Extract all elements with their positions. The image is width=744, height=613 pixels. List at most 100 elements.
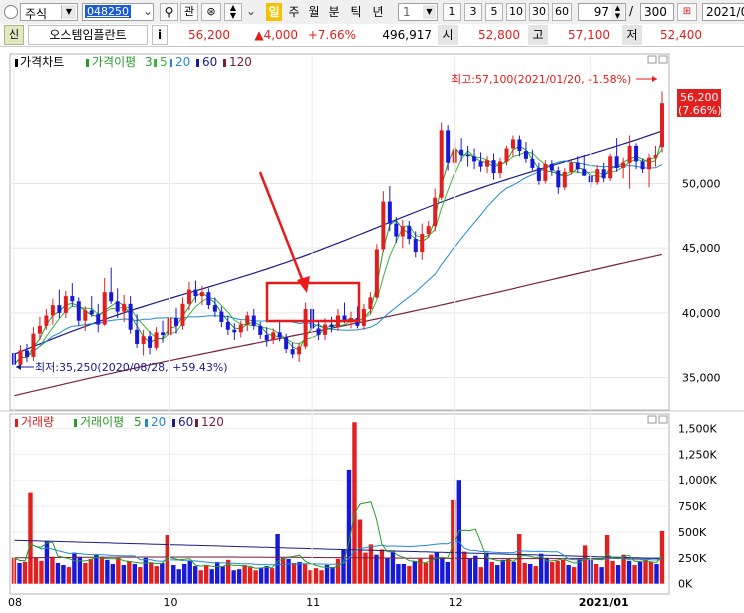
candle bbox=[186, 289, 191, 304]
info-button[interactable]: i bbox=[152, 25, 168, 45]
candle bbox=[57, 305, 62, 313]
candle bbox=[621, 162, 626, 168]
candle bbox=[530, 158, 535, 168]
radio-icon[interactable] bbox=[4, 5, 18, 19]
total-input[interactable]: 300 bbox=[640, 3, 674, 21]
count-stepper-icon[interactable]: ▲ ▼ bbox=[611, 4, 624, 20]
candle bbox=[258, 325, 263, 335]
vma-legend-marker bbox=[74, 419, 77, 427]
tab-year[interactable]: 년 bbox=[370, 3, 386, 21]
volume-bar bbox=[291, 562, 297, 584]
volume-bar bbox=[593, 564, 599, 584]
candle bbox=[109, 292, 114, 302]
volume-bar bbox=[533, 566, 538, 584]
current-price: 56,200 bbox=[188, 28, 230, 42]
search-icon[interactable]: ⚲ bbox=[160, 3, 178, 21]
volume-bar bbox=[116, 557, 121, 584]
period-button-30[interactable]: 30 bbox=[529, 3, 549, 21]
volume-bar bbox=[357, 519, 363, 584]
price-panel-close-icon[interactable] bbox=[658, 55, 668, 64]
volume-panel-close-icon[interactable] bbox=[658, 415, 668, 424]
volume-bar bbox=[110, 564, 116, 584]
quote-bar: 신 오스템임플란트 i 56,200 ▲4,000 +7.66% 496,917… bbox=[0, 24, 744, 47]
tab-week[interactable]: 주 bbox=[286, 3, 302, 21]
market-select[interactable]: 주식 ▼ bbox=[20, 3, 78, 21]
volume-bar bbox=[599, 567, 604, 584]
candle bbox=[575, 162, 580, 170]
candle bbox=[271, 332, 276, 341]
candle bbox=[478, 161, 483, 167]
volume-title: 거래량 bbox=[21, 415, 54, 429]
volume-bar bbox=[132, 564, 138, 584]
date-input[interactable]: 2021/01 bbox=[702, 3, 744, 21]
candle bbox=[180, 303, 185, 326]
volume-bar bbox=[242, 565, 247, 584]
candle bbox=[199, 292, 204, 297]
ma5-legend-marker bbox=[154, 59, 157, 67]
period-button-5[interactable]: 5 bbox=[485, 3, 503, 21]
period-button-1[interactable]: 1 bbox=[443, 3, 461, 21]
volume-bar bbox=[33, 557, 39, 584]
ma5-legend: 5 bbox=[160, 55, 168, 69]
ma20-legend: 20 bbox=[175, 55, 190, 69]
price-tick-label: 45,000 bbox=[682, 242, 721, 255]
code-dropdown-chevron-icon[interactable]: ⌄ bbox=[143, 4, 153, 18]
date-tick-label: 08 bbox=[8, 596, 22, 609]
candle bbox=[498, 161, 502, 174]
tab-month[interactable]: 월 bbox=[306, 3, 322, 21]
unit-select[interactable]: 1 ▼ bbox=[398, 3, 438, 21]
candle bbox=[135, 329, 140, 344]
candle bbox=[400, 226, 405, 237]
updown-chevron-icon[interactable]: ⌄ bbox=[246, 4, 256, 18]
candle bbox=[83, 310, 88, 321]
volume-bar bbox=[171, 565, 176, 584]
period-button-3[interactable]: 3 bbox=[464, 3, 482, 21]
ma-legend-marker bbox=[86, 59, 89, 67]
related-button[interactable]: 관 bbox=[180, 3, 198, 21]
grid-settings-icon[interactable]: ⊞ bbox=[677, 3, 697, 21]
candle bbox=[569, 162, 574, 172]
volume-bar bbox=[440, 557, 445, 584]
updown-icon[interactable]: ▲ ▼ bbox=[224, 3, 242, 21]
candle bbox=[89, 310, 94, 315]
volume-bar bbox=[555, 560, 560, 584]
volume-bar bbox=[506, 558, 511, 584]
candle bbox=[50, 305, 55, 316]
volume-bar bbox=[313, 568, 319, 584]
volume-bar bbox=[511, 561, 516, 584]
candle bbox=[517, 139, 522, 152]
high-label: 고 bbox=[528, 25, 548, 45]
tab-tick[interactable]: 틱 bbox=[348, 3, 364, 21]
volume-bar bbox=[176, 569, 181, 584]
volume-bar bbox=[434, 552, 440, 584]
high-price: 57,100 bbox=[568, 28, 610, 42]
volume-bar bbox=[495, 565, 500, 584]
count-input[interactable]: 97 ▲ ▼ bbox=[578, 3, 626, 21]
price-panel-minimize-icon[interactable] bbox=[647, 55, 657, 64]
ma120-legend-marker bbox=[223, 59, 226, 67]
volume-bar bbox=[374, 554, 379, 584]
vma120-legend: 120 bbox=[201, 415, 224, 429]
volume-bar bbox=[571, 567, 577, 584]
volume-bar bbox=[264, 566, 269, 584]
volume-bar bbox=[275, 534, 280, 584]
volume-bar bbox=[280, 557, 286, 584]
tab-minute[interactable]: 분 bbox=[326, 3, 342, 21]
volume-bar bbox=[407, 566, 412, 584]
period-button-10[interactable]: 10 bbox=[506, 3, 526, 21]
candle bbox=[459, 149, 464, 155]
volume-panel-minimize-icon[interactable] bbox=[647, 415, 657, 424]
volume-bar bbox=[154, 566, 159, 584]
volume-bar bbox=[193, 566, 198, 584]
volume-bar bbox=[143, 557, 148, 584]
link-icon[interactable]: ⊛ bbox=[201, 3, 221, 21]
tab-day[interactable]: 일 bbox=[266, 3, 282, 21]
candle bbox=[381, 201, 386, 250]
price-title: 가격차트 bbox=[20, 55, 64, 69]
volume-bar bbox=[160, 562, 165, 584]
volume-bar bbox=[610, 560, 615, 584]
main-toolbar: 주식 ▼ 048250 ⌄ ⚲ 관 ⊛ ▲ ▼ ⌄ 일 주 월 분 틱 년 1 ▼… bbox=[0, 0, 744, 25]
candle bbox=[653, 154, 658, 158]
period-button-60[interactable]: 60 bbox=[552, 3, 572, 21]
volume-bar bbox=[385, 557, 390, 584]
